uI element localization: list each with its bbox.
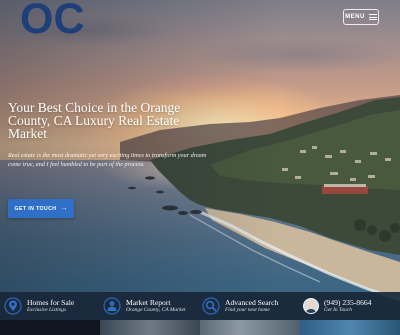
arrow-right-icon: →	[60, 205, 68, 212]
advanced-search-title: Advanced Search	[225, 298, 279, 307]
thumbnail[interactable]	[100, 320, 200, 335]
search-icon	[202, 297, 220, 315]
homes-for-sale-subtitle: Exclusive Listings	[27, 307, 67, 313]
quick-links-bar: Homes for Sale Exclusive Listings Market…	[0, 292, 400, 320]
hero-subtext: Real estate is the most dramatic yet ver…	[8, 152, 207, 168]
market-report-link[interactable]: Market Report Orange County, CA Market	[103, 292, 186, 320]
phone-number: (949) 235-8664	[324, 298, 372, 307]
thumbnail[interactable]	[300, 320, 400, 335]
thumbnail[interactable]	[0, 320, 100, 335]
logo[interactable]: OC	[20, 0, 84, 36]
market-report-subtitle: Orange County, CA Market	[126, 307, 186, 313]
homes-for-sale-title: Homes for Sale	[27, 298, 75, 307]
report-icon	[103, 297, 121, 315]
map-marker-icon	[4, 297, 22, 315]
contact-subtitle: Get In Touch	[324, 307, 352, 313]
hamburger-icon	[368, 14, 377, 20]
get-in-touch-button[interactable]: GET IN TOUCH →	[8, 199, 74, 218]
hero-headline: Your Best Choice in the Orange County, C…	[8, 100, 181, 141]
market-report-title: Market Report	[126, 298, 171, 307]
contact-link[interactable]: (949) 235-8664 Get In Touch	[303, 292, 371, 320]
advanced-search-subtitle: Find your next home	[225, 307, 270, 313]
menu-label: MENU	[345, 14, 365, 20]
listing-thumbnails-strip	[0, 320, 400, 335]
advanced-search-link[interactable]: Advanced Search Find your next home	[202, 292, 278, 320]
logo-text: OC	[20, 0, 84, 36]
thumbnail[interactable]	[200, 320, 300, 335]
agent-avatar	[303, 298, 319, 314]
menu-button[interactable]: MENU	[343, 9, 379, 25]
cta-label: GET IN TOUCH	[14, 205, 57, 212]
homes-for-sale-link[interactable]: Homes for Sale Exclusive Listings	[4, 292, 74, 320]
